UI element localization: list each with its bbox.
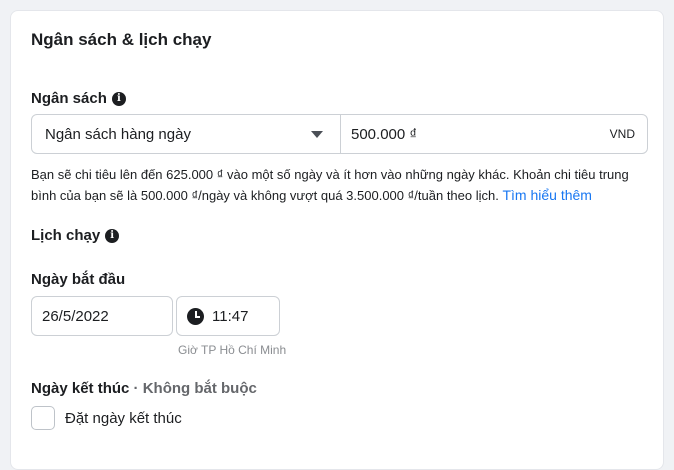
end-date-checkbox-row[interactable]: Đặt ngày kết thúc	[31, 406, 182, 430]
budget-label: Ngân sách	[31, 90, 107, 107]
clock-icon	[187, 307, 204, 325]
budget-row: Ngân sách hàng ngày 500.000 ₫ VND	[31, 114, 648, 154]
budget-section-label: Ngân sách i	[31, 90, 126, 107]
budget-type-value: Ngân sách hàng ngày	[45, 125, 191, 143]
timezone-label: Giờ TP Hồ Chí Minh	[178, 343, 287, 357]
start-time-input[interactable]: 11:47	[176, 296, 280, 336]
optional-label: · Không bắt buộc	[133, 380, 257, 397]
card-title: Ngân sách & lịch chạy	[31, 30, 212, 49]
info-icon[interactable]: i	[111, 91, 126, 106]
budget-description: Bạn sẽ chi tiêu lên đến 625.000 ₫ vào mộ…	[31, 164, 651, 206]
info-icon[interactable]: i	[105, 228, 120, 243]
start-date-value: 26/5/2022	[42, 307, 109, 325]
currency-label: VND	[609, 127, 635, 141]
chevron-down-icon	[311, 130, 323, 138]
schedule-section-label: Lịch chạy i	[31, 227, 120, 244]
schedule-label: Lịch chạy	[31, 227, 101, 244]
budget-amount-value: 500.000 ₫	[351, 125, 418, 143]
start-time-value: 11:47	[212, 307, 249, 325]
budget-amount-input[interactable]: 500.000 ₫ VND	[341, 115, 647, 153]
budget-type-dropdown[interactable]: Ngân sách hàng ngày	[32, 115, 341, 153]
end-date-title: Ngày kết thúc	[31, 380, 130, 397]
end-date-label: Ngày kết thúc · Không bắt buộc	[31, 380, 257, 397]
learn-more-link[interactable]: Tìm hiểu thêm	[502, 187, 591, 203]
start-date-label: Ngày bắt đầu	[31, 271, 126, 288]
start-date-input[interactable]: 26/5/2022	[31, 296, 173, 336]
end-date-checkbox-label: Đặt ngày kết thúc	[65, 409, 182, 427]
end-date-checkbox[interactable]	[31, 406, 55, 430]
budget-schedule-card: Ngân sách & lịch chạy Ngân sách i Ngân s…	[10, 10, 664, 470]
